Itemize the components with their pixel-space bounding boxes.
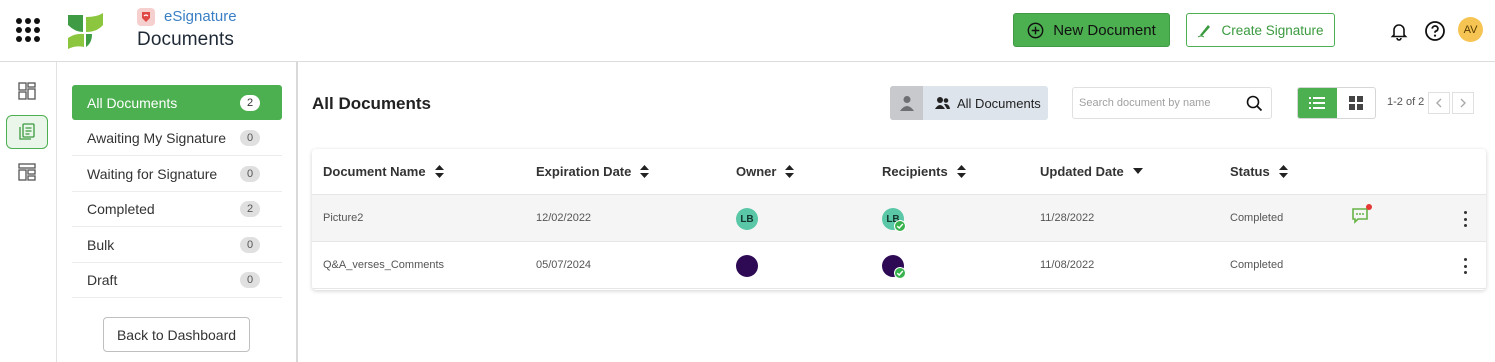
esignature-icon xyxy=(137,8,155,26)
person-icon[interactable] xyxy=(890,86,923,120)
table-row[interactable]: Q&A_verses_Comments 05/07/2024 LB LB 11/… xyxy=(312,242,1486,289)
sidebar-item-completed[interactable]: Completed 2 xyxy=(72,192,282,227)
count-badge: 0 xyxy=(240,237,260,253)
sidebar-item-awaiting-my-signature[interactable]: Awaiting My Signature 0 xyxy=(72,121,282,156)
updated-date: 11/08/2022 xyxy=(1040,259,1095,271)
column-header-updated-date[interactable]: Updated Date xyxy=(1040,164,1143,179)
more-vertical-icon[interactable] xyxy=(1461,256,1469,276)
sort-icon xyxy=(956,165,966,178)
sidebar-item-label: Waiting for Signature xyxy=(87,166,218,182)
sidebar-item-waiting-for-signature[interactable]: Waiting for Signature 0 xyxy=(72,157,282,192)
sort-icon xyxy=(434,165,444,178)
page-title: Documents xyxy=(137,29,234,50)
sidebar-item-label: Awaiting My Signature xyxy=(87,130,227,146)
owner-avatar: LB xyxy=(736,208,758,230)
chevron-right-icon[interactable] xyxy=(1452,92,1474,114)
main-content: All Documents All Documents 1-2 of 2 Doc… xyxy=(299,62,1495,362)
sidebar-item-label: Draft xyxy=(87,272,118,288)
pen-icon xyxy=(1198,25,1211,38)
sort-desc-icon xyxy=(1132,168,1143,174)
search-input[interactable] xyxy=(1079,97,1246,109)
count-badge: 0 xyxy=(240,166,260,182)
templates-icon[interactable] xyxy=(6,155,48,189)
expiration-date: 05/07/2024 xyxy=(536,259,592,271)
documents-icon[interactable] xyxy=(6,115,48,149)
sidebar-item-all-documents[interactable]: All Documents 2 xyxy=(72,85,282,120)
table-row[interactable]: Picture2 12/02/2022 LB LB 11/28/2022 Com… xyxy=(312,195,1486,242)
document-filter-sidebar: All Documents 2 Awaiting My Signature 0 … xyxy=(57,62,298,362)
column-header-owner[interactable]: Owner xyxy=(736,164,795,179)
sidebar-item-bulk[interactable]: Bulk 0 xyxy=(72,228,282,263)
people-icon xyxy=(935,97,950,109)
status-text: Completed xyxy=(1230,259,1284,271)
view-toggle xyxy=(1297,87,1376,119)
grid-view-icon[interactable] xyxy=(1337,88,1376,118)
column-header-document-name[interactable]: Document Name xyxy=(323,164,444,179)
sort-icon xyxy=(640,165,650,178)
column-label: Owner xyxy=(736,164,777,179)
create-signature-button[interactable]: Create Signature xyxy=(1186,13,1335,47)
list-title: All Documents xyxy=(312,94,432,113)
product-name: eSignature xyxy=(164,8,237,25)
documents-table: Document Name Expiration Date Owner Reci… xyxy=(312,149,1486,290)
table-header: Document Name Expiration Date Owner Reci… xyxy=(312,149,1486,195)
owner-avatar: LB xyxy=(736,255,758,277)
document-name[interactable]: Q&A_verses_Comments xyxy=(323,259,444,271)
search-icon[interactable] xyxy=(1246,95,1263,112)
dashboard-icon[interactable] xyxy=(6,74,48,108)
column-header-expiration-date[interactable]: Expiration Date xyxy=(536,164,650,179)
sort-icon xyxy=(1278,165,1288,178)
check-icon xyxy=(894,267,906,279)
chevron-left-icon[interactable] xyxy=(1428,92,1450,114)
check-icon xyxy=(894,220,906,232)
column-header-recipients[interactable]: Recipients xyxy=(882,164,966,179)
sidebar-item-label: All Documents xyxy=(87,94,178,111)
sidebar-item-label: Bulk xyxy=(87,237,115,253)
sidebar-item-label: Completed xyxy=(87,201,155,217)
column-label: Expiration Date xyxy=(536,164,632,179)
count-badge: 2 xyxy=(240,94,260,111)
app-header: eSignature Documents New Document Create… xyxy=(0,0,1495,62)
comment-icon[interactable] xyxy=(1350,203,1372,225)
list-view-icon[interactable] xyxy=(1298,88,1337,118)
column-header-status[interactable]: Status xyxy=(1230,164,1288,179)
owner-filter: All Documents xyxy=(890,86,1048,120)
filter-label: All Documents xyxy=(957,95,1041,111)
count-badge: 0 xyxy=(240,272,260,288)
create-signature-label: Create Signature xyxy=(1221,22,1324,38)
apps-grid-icon[interactable] xyxy=(16,18,40,42)
new-document-label: New Document xyxy=(1053,21,1156,39)
column-label: Updated Date xyxy=(1040,164,1124,179)
left-rail xyxy=(0,62,57,362)
column-label: Status xyxy=(1230,164,1270,179)
column-label: Recipients xyxy=(882,164,948,179)
updated-date: 11/28/2022 xyxy=(1040,212,1095,224)
sidebar-item-draft[interactable]: Draft 0 xyxy=(72,263,282,298)
document-name[interactable]: Picture2 xyxy=(323,212,363,224)
all-documents-filter[interactable]: All Documents xyxy=(923,86,1048,120)
count-badge: 2 xyxy=(240,201,260,217)
user-avatar[interactable]: AV xyxy=(1458,17,1483,42)
column-label: Document Name xyxy=(323,164,426,179)
search-box xyxy=(1072,87,1272,119)
sort-icon xyxy=(785,165,795,178)
status-text: Completed xyxy=(1230,212,1284,224)
more-vertical-icon[interactable] xyxy=(1461,209,1469,229)
back-to-dashboard-button[interactable]: Back to Dashboard xyxy=(103,317,250,352)
new-document-button[interactable]: New Document xyxy=(1013,13,1170,47)
expiration-date: 12/02/2022 xyxy=(536,212,592,224)
bell-icon[interactable] xyxy=(1387,19,1411,43)
pagination-text: 1-2 of 2 xyxy=(1387,96,1425,108)
plus-circle-icon xyxy=(1027,22,1044,38)
logo-icon xyxy=(68,13,103,49)
count-badge: 0 xyxy=(240,130,260,146)
help-icon[interactable] xyxy=(1423,19,1447,43)
